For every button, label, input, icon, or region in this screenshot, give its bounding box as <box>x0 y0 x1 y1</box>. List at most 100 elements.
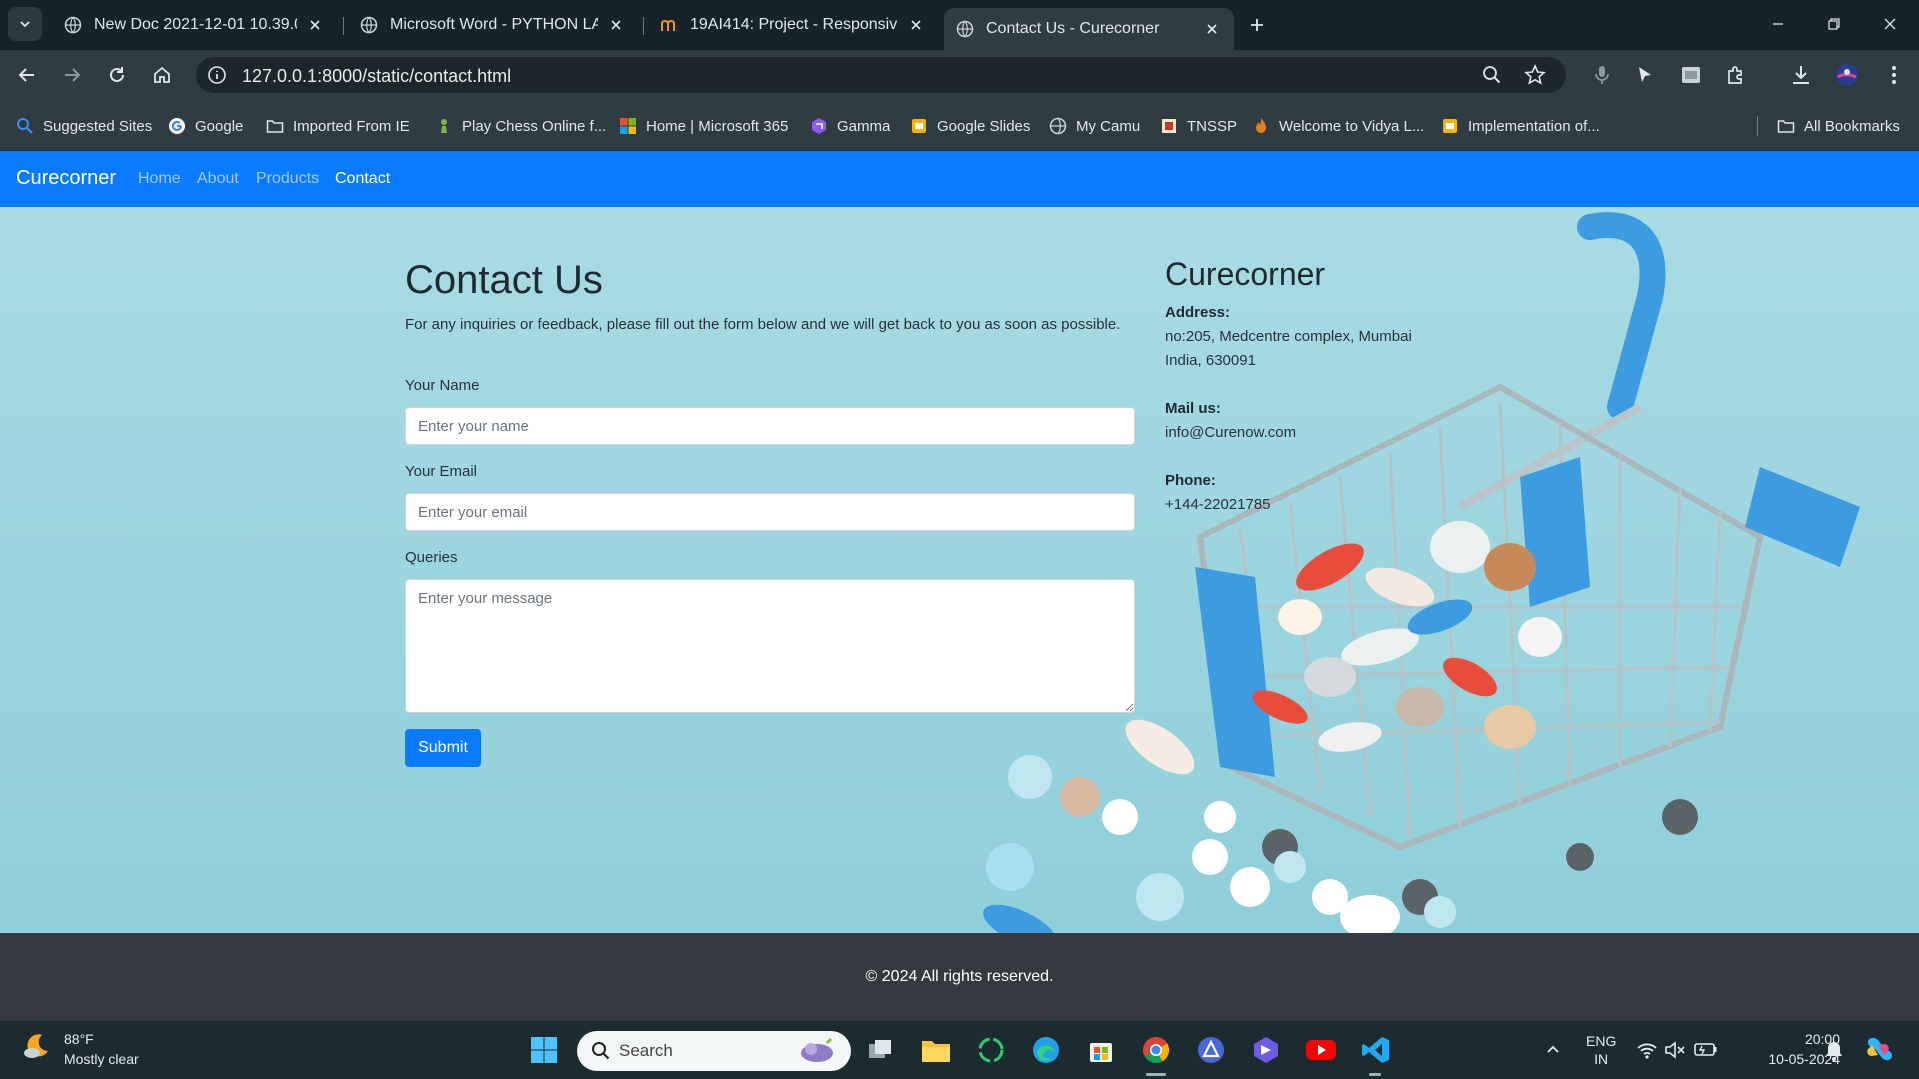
refresh-app-button[interactable] <box>974 1033 1008 1067</box>
address-line-2: India, 630091 <box>1165 352 1256 369</box>
bookmark-microsoft-365[interactable]: Home | Microsoft 365 <box>619 115 788 137</box>
weather-moon-icon[interactable] <box>22 1031 52 1061</box>
cursor-extension-icon[interactable] <box>1633 63 1657 87</box>
weather-temperature[interactable]: 88°F <box>64 1031 94 1047</box>
circular-arrows-icon <box>978 1037 1004 1063</box>
url-text[interactable]: 127.0.0.1:8000/static/contact.html <box>242 66 511 87</box>
bookmark-suggested-sites[interactable]: Suggested Sites <box>16 115 152 137</box>
nav-contact[interactable]: Contact <box>335 170 390 188</box>
star-icon[interactable] <box>1524 64 1546 86</box>
restore-button[interactable] <box>1814 8 1854 40</box>
bookmark-google[interactable]: Google <box>168 115 243 137</box>
phone-heading: Phone: <box>1165 472 1216 489</box>
bookmark-play-chess[interactable]: Play Chess Online f... <box>435 115 606 137</box>
youtube-button[interactable] <box>1304 1033 1338 1067</box>
new-tab-button[interactable] <box>1243 11 1271 39</box>
bookmark-imported-from-ie[interactable]: Imported From IE <box>266 115 410 137</box>
nav-about[interactable]: About <box>197 170 239 188</box>
tab-contact-us[interactable]: Contact Us - Curecorner <box>944 8 1234 50</box>
name-field[interactable] <box>405 407 1135 445</box>
weather-description[interactable]: Mostly clear <box>64 1051 139 1067</box>
tab-microsoft-word[interactable]: Microsoft Word - PYTHON LAB <box>348 8 638 42</box>
store-button[interactable] <box>1084 1033 1118 1067</box>
chrome-button[interactable] <box>1139 1033 1173 1067</box>
tray-overflow-button[interactable] <box>1536 1033 1570 1067</box>
search-highlight-icon <box>801 1037 833 1062</box>
wifi-icon[interactable] <box>1636 1040 1658 1060</box>
task-view-button[interactable] <box>864 1033 898 1067</box>
bookmark-label: Imported From IE <box>293 117 410 135</box>
slides-icon <box>912 119 926 133</box>
bell-icon[interactable] <box>1824 1040 1844 1062</box>
slides-icon <box>1443 119 1457 133</box>
tab-separator <box>643 17 644 35</box>
chrome-icon <box>1143 1037 1170 1064</box>
vscode-button[interactable] <box>1359 1033 1393 1067</box>
address-bar[interactable]: 127.0.0.1:8000/static/contact.html <box>196 57 1566 93</box>
forward-button[interactable] <box>57 60 87 90</box>
bookmark-tnssp[interactable]: TNSSP <box>1160 115 1237 137</box>
puzzle-icon[interactable] <box>1724 63 1748 87</box>
volume-muted-icon[interactable] <box>1664 1040 1686 1060</box>
bookmark-label: My Camu <box>1076 117 1141 135</box>
battery-icon[interactable] <box>1694 1041 1718 1057</box>
app-hexagon-button[interactable] <box>1249 1033 1283 1067</box>
bookmark-vidya[interactable]: Welcome to Vidya L... <box>1252 115 1424 137</box>
close-icon[interactable] <box>1202 19 1222 39</box>
microphone-icon[interactable] <box>1590 63 1614 87</box>
task-view-icon <box>869 1040 891 1058</box>
extension-icon[interactable] <box>1679 63 1703 87</box>
edge-button[interactable] <box>1029 1033 1063 1067</box>
mail-heading: Mail us: <box>1165 400 1221 417</box>
company-title: Curecorner <box>1165 256 1326 292</box>
bookmark-implementation[interactable]: Implementation of... <box>1441 115 1600 137</box>
queries-textarea[interactable] <box>405 579 1135 713</box>
close-window-button[interactable] <box>1870 8 1910 40</box>
close-icon[interactable] <box>906 15 926 35</box>
address-heading: Address: <box>1165 304 1231 321</box>
nav-home[interactable]: Home <box>138 170 181 188</box>
home-button[interactable] <box>147 60 177 90</box>
download-icon[interactable] <box>1789 63 1813 87</box>
bookmark-label: Gamma <box>837 117 891 135</box>
site-brand[interactable]: Curecorner <box>16 167 116 190</box>
bookmark-separator <box>1757 116 1758 136</box>
back-button[interactable] <box>12 60 42 90</box>
taskbar-search[interactable]: Search <box>577 1031 851 1071</box>
bookmark-gamma[interactable]: Gamma <box>810 115 890 137</box>
start-button[interactable] <box>527 1033 561 1067</box>
tab-strip: New Doc 2021-12-01 10.39.07 Microsoft Wo… <box>0 0 1919 50</box>
contact-intro: For any inquiries or feedback, please fi… <box>405 316 1121 333</box>
close-icon[interactable] <box>305 15 325 35</box>
copilot-icon[interactable] <box>1862 1034 1894 1066</box>
minimize-button[interactable] <box>1758 8 1798 40</box>
avatar[interactable] <box>1835 63 1859 87</box>
submit-button[interactable]: Submit <box>405 729 481 767</box>
tab-new-doc[interactable]: New Doc 2021-12-01 10.39.07 <box>52 8 337 42</box>
browser-toolbar: 127.0.0.1:8000/static/contact.html <box>0 50 1919 100</box>
emblem-icon <box>1162 119 1176 133</box>
bookmark-google-slides[interactable]: Google Slides <box>910 115 1030 137</box>
tab-search-button[interactable] <box>8 7 42 41</box>
site-info-icon[interactable] <box>206 64 228 86</box>
globe-icon <box>64 16 82 34</box>
language-indicator[interactable]: ENG IN <box>1586 1033 1616 1067</box>
nav-products[interactable]: Products <box>256 170 319 188</box>
reload-button[interactable] <box>102 60 132 90</box>
mail-address: info@Curenow.com <box>1165 424 1297 441</box>
bookmark-my-camu[interactable]: My Camu <box>1049 115 1140 137</box>
microsoft-icon <box>620 118 636 134</box>
email-field[interactable] <box>405 493 1135 531</box>
more-menu-icon[interactable] <box>1882 63 1906 87</box>
app-delta-button[interactable] <box>1194 1033 1228 1067</box>
arrow-right-icon <box>65 68 81 82</box>
zoom-icon[interactable] <box>1481 64 1503 86</box>
tab-title: Contact Us - Curecorner <box>986 20 1160 37</box>
tab-project[interactable]: 19AI414: Project - Responsive W <box>648 8 938 42</box>
bookmark-label: Welcome to Vidya L... <box>1279 117 1425 135</box>
close-icon[interactable] <box>606 15 626 35</box>
all-bookmarks[interactable]: All Bookmarks <box>1777 115 1900 137</box>
chevron-down-icon <box>20 21 30 28</box>
file-explorer-button[interactable] <box>919 1033 953 1067</box>
tab-separator <box>343 17 344 35</box>
